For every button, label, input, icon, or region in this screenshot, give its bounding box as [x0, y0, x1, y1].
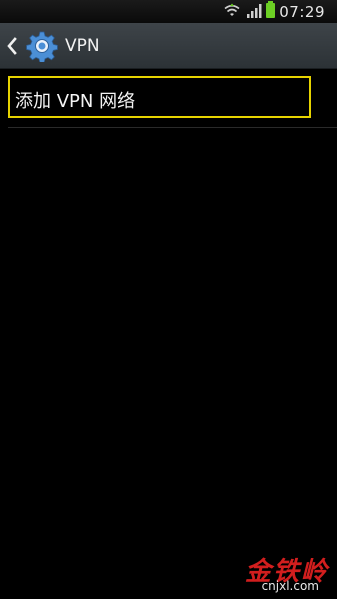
back-button[interactable] — [4, 31, 60, 62]
list-item-add-vpn[interactable]: 添加 VPN 网络 — [8, 76, 311, 118]
list-item-label: 添加 VPN 网络 — [15, 91, 136, 112]
action-bar: VPN — [0, 23, 337, 69]
signal-icon — [247, 4, 262, 18]
wifi-icon — [224, 3, 240, 16]
status-time: 07:29 — [279, 3, 325, 21]
status-bar: 07:29 — [0, 0, 337, 23]
chevron-left-icon — [7, 37, 17, 55]
settings-gear-icon — [26, 31, 58, 62]
battery-icon — [266, 1, 275, 18]
watermark: 金铁岭 cnjxl.com — [199, 551, 329, 593]
watermark-domain: cnjxl.com — [261, 579, 319, 593]
page-title: VPN — [65, 36, 100, 56]
divider — [8, 127, 337, 128]
